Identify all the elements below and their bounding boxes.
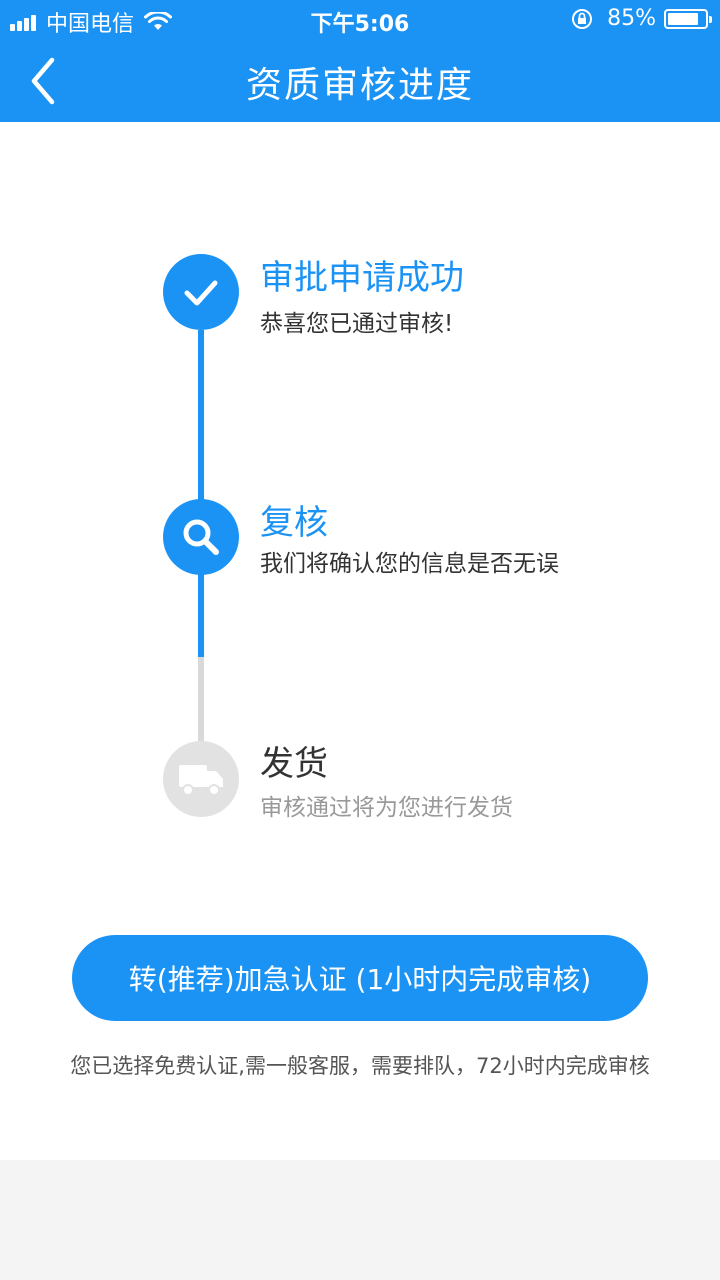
step-review-desc: 我们将确认您的信息是否无误 — [260, 551, 559, 577]
step-review-icon — [163, 499, 239, 575]
step-shipping-title: 发货 — [260, 744, 328, 784]
truck-icon — [179, 765, 223, 796]
search-icon — [183, 519, 219, 555]
nav-bar: 资质审核进度 — [0, 40, 720, 122]
expedite-button[interactable]: 转(推荐)加急认证 (1小时内完成审核) — [72, 935, 648, 1021]
step-review-title: 复核 — [260, 503, 328, 543]
step-shipping-icon — [163, 741, 239, 817]
status-bar: 中国电信 下午5:06 85% — [0, 0, 720, 40]
queue-note: 您已选择免费认证,需一般客服，需要排队，72小时内完成审核 — [70, 1054, 650, 1078]
progress-content: 审批申请成功 恭喜您已通过审核! 复核 我们将确认您的信息是否无误 发货 审核通… — [0, 122, 720, 1160]
footer-area — [0, 1160, 720, 1280]
check-icon — [184, 280, 218, 306]
step-approved-title: 审批申请成功 — [260, 258, 464, 298]
rotation-lock-icon — [572, 8, 593, 29]
battery-percent: 85% — [607, 6, 656, 31]
progress-line-done — [198, 330, 204, 500]
progress-line-current — [198, 572, 204, 657]
progress-line-pending — [198, 657, 204, 747]
step-approved-desc: 恭喜您已通过审核! — [260, 311, 454, 337]
step-shipping-desc: 审核通过将为您进行发货 — [260, 795, 513, 821]
battery-icon — [664, 8, 712, 29]
step-approved-icon — [163, 254, 239, 330]
header: 中国电信 下午5:06 85% 资质审核进度 — [0, 0, 720, 122]
page-title: 资质审核进度 — [245, 65, 474, 106]
